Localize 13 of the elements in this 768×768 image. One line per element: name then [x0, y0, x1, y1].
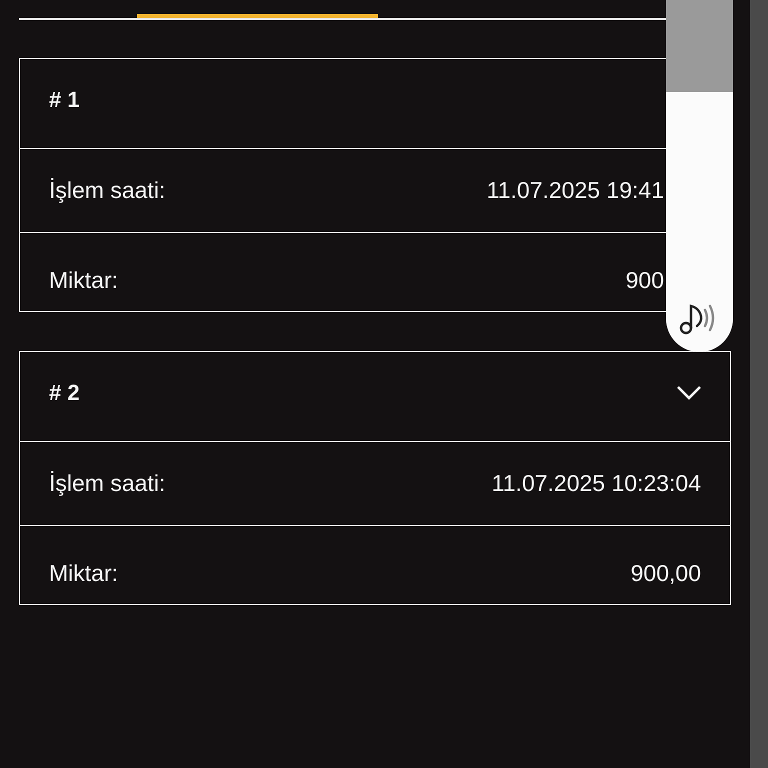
field-value: 900,00: [630, 560, 701, 586]
field-value: 900: [626, 266, 664, 294]
field-label: İşlem saati:: [49, 177, 166, 204]
field-value: 11.07.2025 19:41: [486, 177, 664, 204]
chevron-down-icon[interactable]: [676, 384, 702, 400]
volume-panel[interactable]: [666, 0, 733, 352]
volume-fill[interactable]: [666, 92, 733, 352]
field-label: Miktar:: [49, 560, 118, 586]
transaction-number: # 1: [49, 86, 80, 112]
field-label: İşlem saati:: [49, 470, 166, 497]
transaction-number: # 2: [49, 380, 80, 406]
field-value: 11.07.2025 10:23:04: [492, 470, 701, 497]
field-label: Miktar:: [49, 266, 118, 294]
